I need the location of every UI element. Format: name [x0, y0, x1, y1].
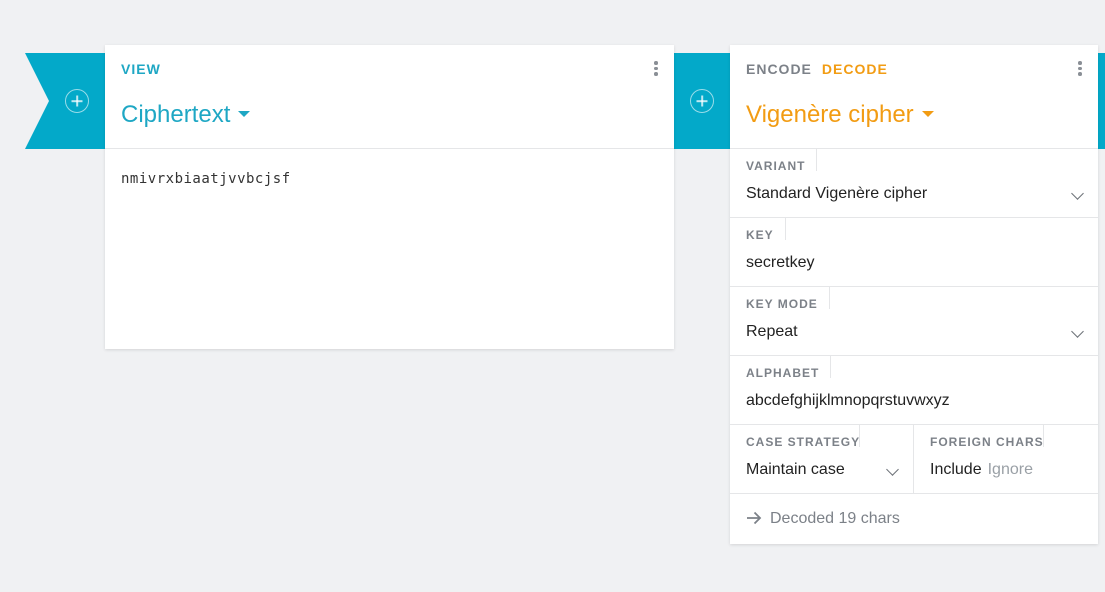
view-card: VIEW Ciphertext nmivrxbiaatjvvbcjsf	[105, 45, 674, 349]
chevron-down-icon	[1071, 187, 1084, 200]
pipeline-ribbon-between	[674, 53, 730, 149]
key-label: KEY	[746, 218, 786, 242]
alphabet-label: ALPHABET	[746, 356, 832, 380]
variant-label: VARIANT	[746, 149, 818, 173]
key-value[interactable]: secretkey	[746, 254, 814, 272]
caret-down-icon	[921, 111, 934, 117]
view-title-select[interactable]: Ciphertext	[121, 101, 251, 129]
cipher-card: ENCODE DECODE Vigenère cipher VARIANT Sta…	[730, 45, 1098, 544]
tab-view[interactable]: VIEW	[121, 61, 161, 77]
status-message: Decoded 19 chars	[770, 510, 900, 527]
alphabet-value[interactable]: abcdefghijklmnopqrstuvwxyz	[746, 392, 950, 410]
tab-encode[interactable]: ENCODE	[746, 61, 812, 77]
cipher-card-header: ENCODE DECODE Vigenère cipher	[730, 45, 1098, 149]
cipher-tabs: ENCODE DECODE	[746, 61, 898, 77]
pipeline-ribbon-end	[1098, 53, 1105, 149]
view-card-header: VIEW Ciphertext	[105, 45, 674, 149]
key-field[interactable]: KEY secretkey	[730, 218, 1098, 287]
key-mode-value: Repeat	[746, 323, 798, 340]
case-strategy-select[interactable]: CASE STRATEGY Maintain case	[730, 425, 914, 493]
tab-decode[interactable]: DECODE	[822, 61, 888, 77]
foreign-chars-toggle: FOREIGN CHARS Include Ignore	[914, 425, 1098, 493]
alphabet-field[interactable]: ALPHABET abcdefghijklmnopqrstuvwxyz	[730, 356, 1098, 425]
ciphertext-content[interactable]: nmivrxbiaatjvvbcjsf	[105, 149, 674, 209]
add-brick-icon[interactable]	[65, 89, 89, 113]
variant-value: Standard Vigenère cipher	[746, 185, 928, 202]
chevron-down-icon	[1071, 325, 1084, 338]
arrow-right-icon	[747, 511, 762, 525]
chevron-down-icon	[886, 463, 899, 476]
key-mode-select[interactable]: KEY MODE Repeat	[730, 287, 1098, 356]
caret-down-icon	[238, 111, 251, 117]
cipher-title: Vigenère cipher	[746, 101, 914, 128]
case-foreign-row: CASE STRATEGY Maintain case FOREIGN CHAR…	[730, 425, 1098, 494]
foreign-chars-ignore[interactable]: Ignore	[988, 461, 1033, 478]
foreign-chars-include[interactable]: Include	[930, 461, 982, 478]
cipher-title-select[interactable]: Vigenère cipher	[746, 101, 934, 129]
foreign-chars-label: FOREIGN CHARS	[930, 425, 1044, 449]
view-title: Ciphertext	[121, 101, 231, 128]
status-footer: Decoded 19 chars	[730, 494, 1098, 544]
foreign-chars-options: Include Ignore	[930, 461, 1033, 479]
case-strategy-value: Maintain case	[746, 461, 845, 478]
more-vert-icon[interactable]	[652, 61, 660, 79]
key-mode-label: KEY MODE	[746, 287, 830, 311]
variant-select[interactable]: VARIANT Standard Vigenère cipher	[730, 149, 1098, 218]
view-tabs: VIEW	[121, 61, 171, 77]
pipeline-ribbon-start	[25, 53, 105, 149]
case-strategy-label: CASE STRATEGY	[746, 425, 861, 449]
more-vert-icon[interactable]	[1076, 61, 1084, 79]
add-brick-icon[interactable]	[690, 89, 714, 113]
